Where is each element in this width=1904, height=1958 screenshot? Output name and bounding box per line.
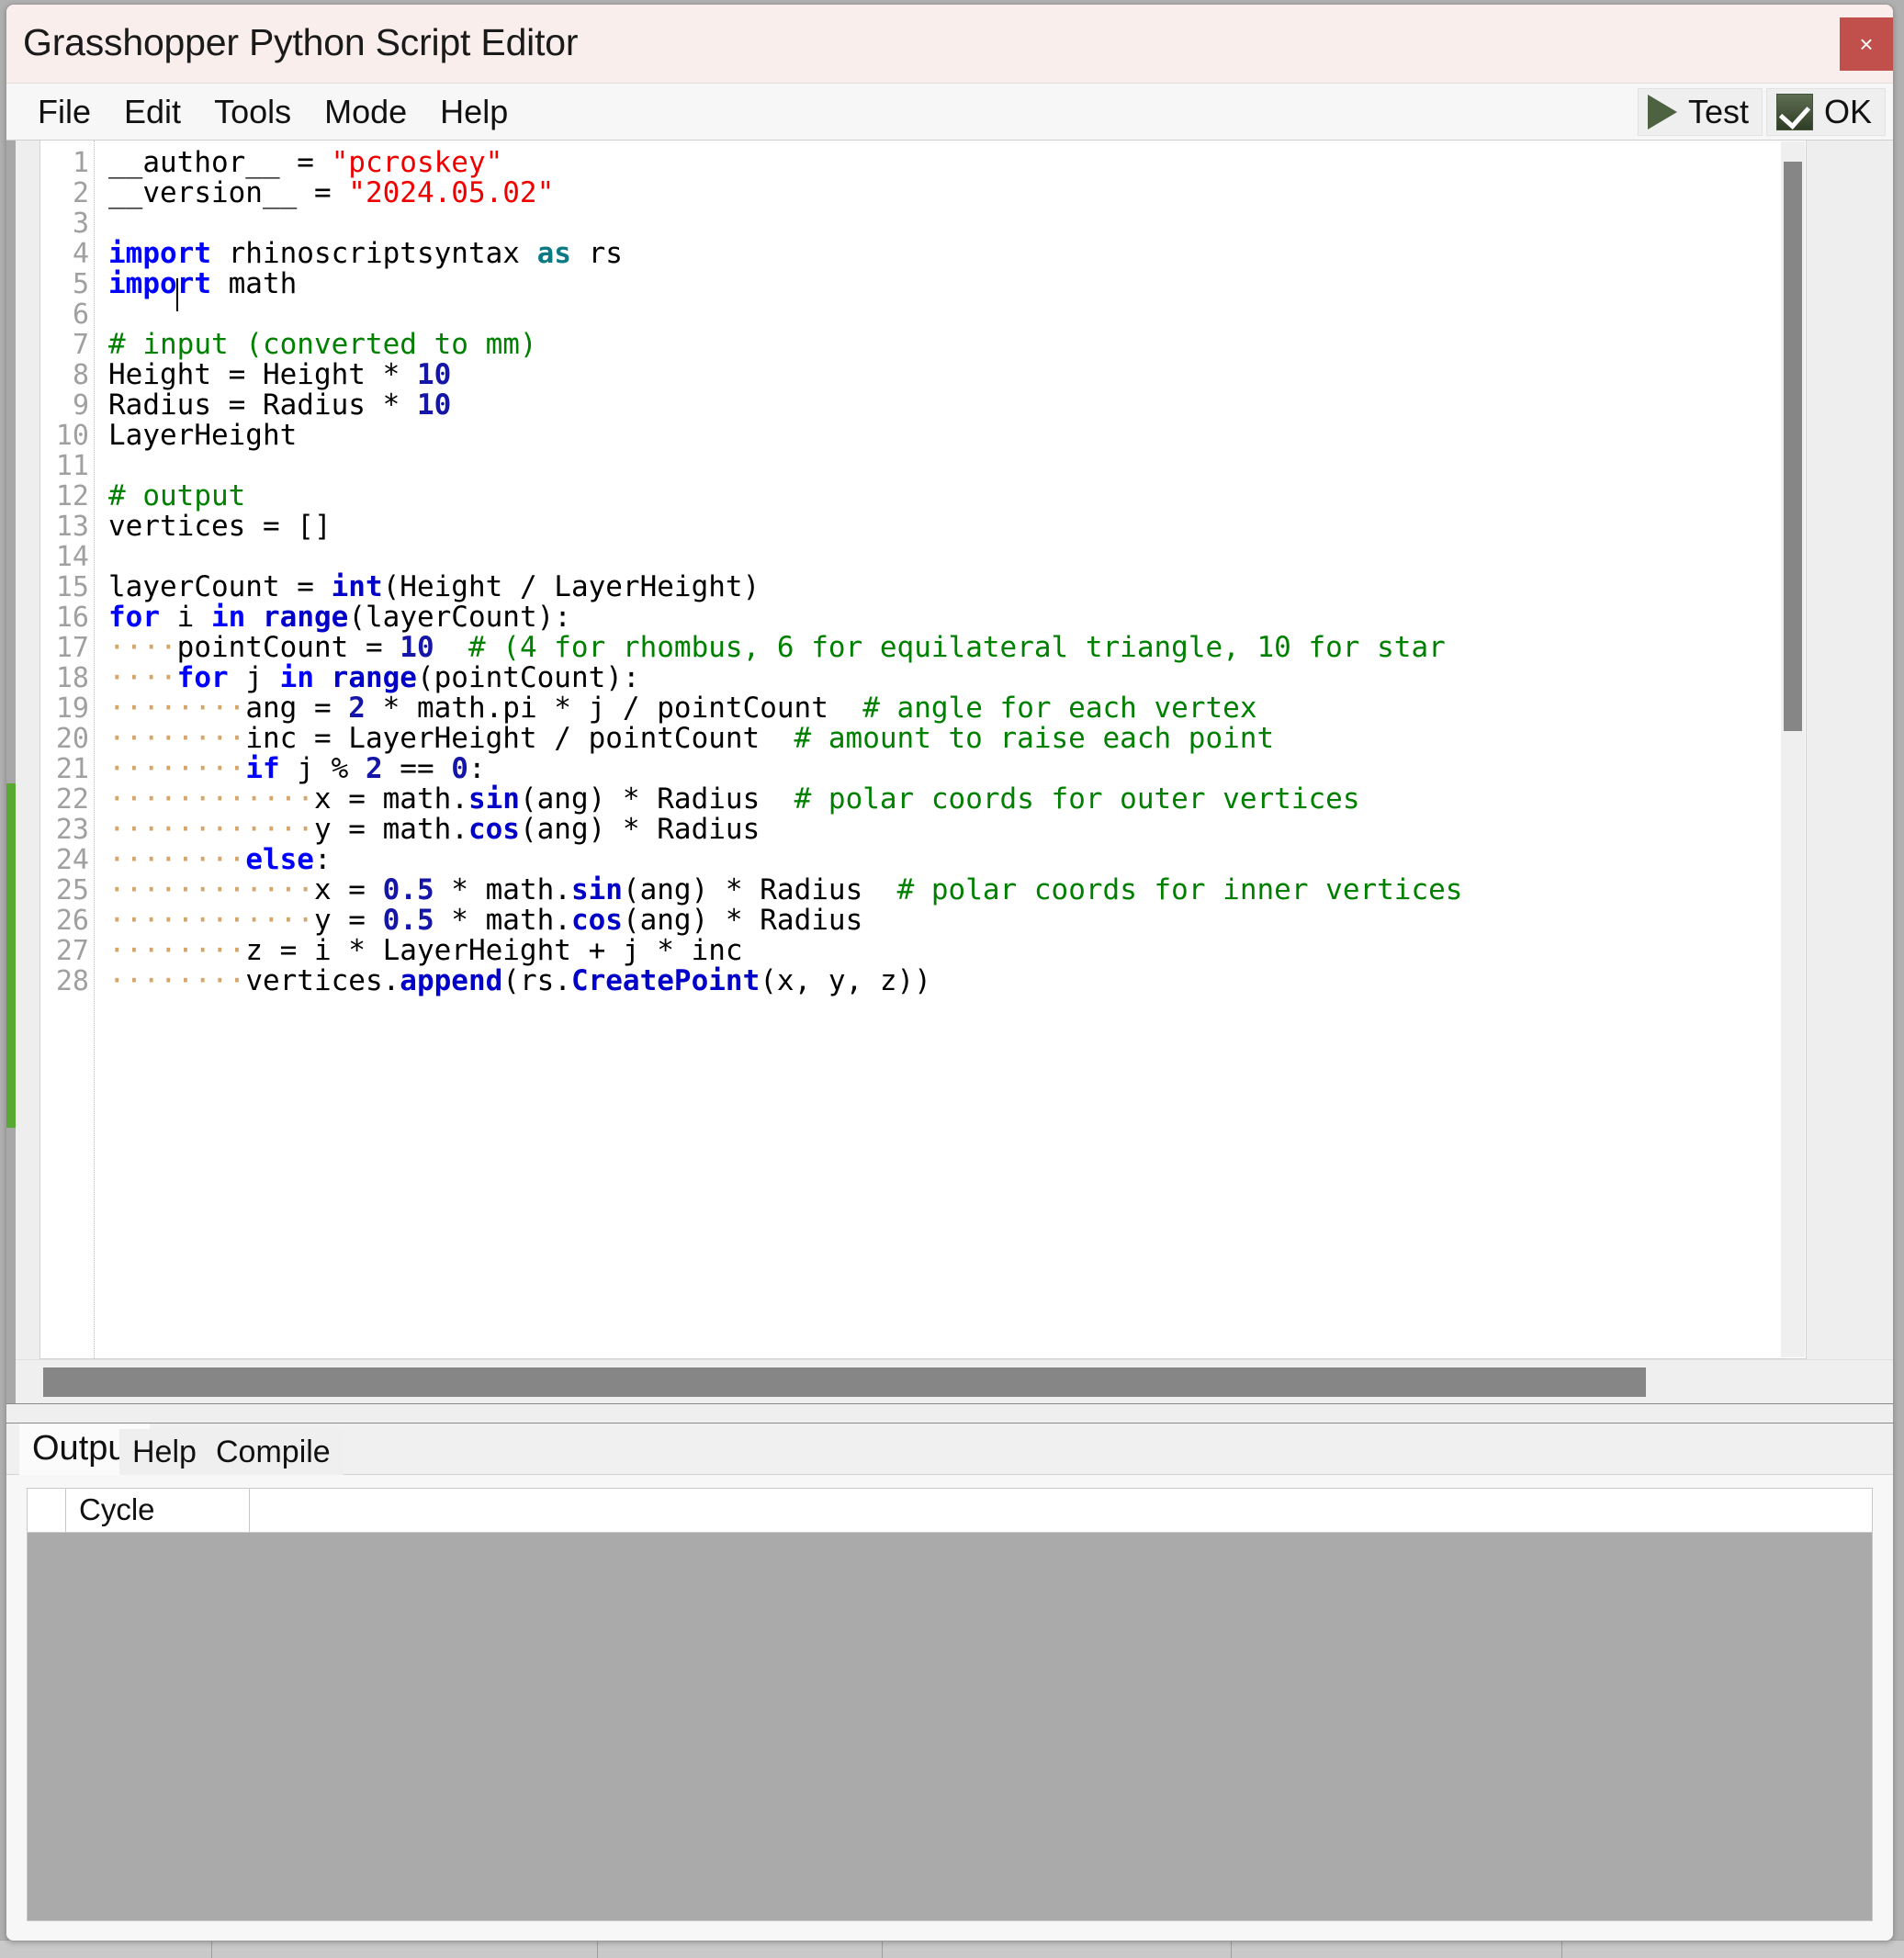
code-line: # input (converted to mm) xyxy=(108,328,537,361)
play-icon xyxy=(1647,95,1677,129)
editor-vertical-scrollbar[interactable] xyxy=(1781,141,1805,1357)
code-editor[interactable]: 1 2 3 4 5 6 7 8 9 10 11 12 13 14 15 16 17 18 19 20 21 22 23 24 2… xyxy=(16,141,1893,1359)
line-number: 12 xyxy=(55,480,89,512)
code-line: ········if j % 2 == 0: xyxy=(108,752,486,785)
line-number: 22 xyxy=(55,783,89,816)
code-line: # output xyxy=(108,479,246,512)
editor-horizontal-scrollbar[interactable] xyxy=(16,1359,1893,1403)
code-line: Radius = Radius * 10 xyxy=(108,388,452,422)
output-grid[interactable]: Cycle xyxy=(27,1488,1873,1921)
menu-item-help[interactable]: Help xyxy=(423,93,524,131)
code-line: vertices = [] xyxy=(108,510,332,543)
code-line: ········else: xyxy=(108,843,332,876)
menu-bar: File Edit Tools Mode Help Test OK xyxy=(6,84,1893,141)
ok-button[interactable]: OK xyxy=(1765,88,1886,136)
code-line: ········z = i * LayerHeight + j * inc xyxy=(108,934,743,967)
line-number: 18 xyxy=(55,662,89,694)
code-line: ············x = math.sin(ang) * Radius #… xyxy=(108,782,1360,816)
code-line: ············x = 0.5 * math.sin(ang) * Ra… xyxy=(108,873,1463,906)
line-number: 5 xyxy=(72,268,89,300)
code-line: layerCount = int(Height / LayerHeight) xyxy=(108,570,760,603)
ok-button-label: OK xyxy=(1823,93,1872,130)
line-number: 26 xyxy=(55,905,89,937)
bottom-panel: Output Help Compile Cycle xyxy=(6,1423,1893,1941)
toolbar-actions: Test OK xyxy=(1637,88,1886,136)
code-line: ········inc = LayerHeight / pointCount #… xyxy=(108,722,1275,755)
grid-corner-cell xyxy=(28,1489,66,1532)
line-number: 15 xyxy=(55,571,89,603)
line-number: 2 xyxy=(72,177,89,209)
screen: Grasshopper Python Script Editor × File … xyxy=(0,0,1904,1958)
tab-compile[interactable]: Compile xyxy=(203,1429,344,1475)
line-number: 28 xyxy=(55,965,89,997)
line-number-gutter: 1 2 3 4 5 6 7 8 9 10 11 12 13 14 15 16 17 18 19 20 21 22 23 24 2… xyxy=(40,141,94,1358)
line-number: 1 xyxy=(72,147,89,179)
line-number: 27 xyxy=(55,935,89,967)
line-number: 13 xyxy=(55,511,89,543)
code-line: ············y = math.cos(ang) * Radius xyxy=(108,813,760,846)
code-line: __version__ = "2024.05.02" xyxy=(108,176,555,209)
line-number: 24 xyxy=(55,844,89,876)
line-number: 9 xyxy=(72,389,89,422)
test-button-label: Test xyxy=(1687,93,1749,130)
line-number: 7 xyxy=(72,329,89,361)
line-number: 17 xyxy=(55,632,89,664)
code-text-area[interactable]: __author__ = "pcroskey" __version__ = "20… xyxy=(108,141,1806,1358)
menu-item-group: File Edit Tools Mode Help xyxy=(21,84,524,141)
gutter-separator xyxy=(94,141,96,1358)
code-line: import math xyxy=(108,267,298,300)
code-line: Height = Height * 10 xyxy=(108,358,452,391)
code-line: ········ang = 2 * math.pi * j / pointCou… xyxy=(108,692,1257,725)
line-number: 21 xyxy=(55,753,89,785)
script-editor-window: Grasshopper Python Script Editor × File … xyxy=(6,4,1894,1941)
code-line: ····for j in range(pointCount): xyxy=(108,661,640,694)
editor-horizontal-scrollbar-thumb[interactable] xyxy=(43,1367,1646,1397)
code-line: ····pointCount = 10 # (4 for rhombus, 6 … xyxy=(108,631,1446,664)
line-number: 25 xyxy=(55,874,89,906)
menu-item-edit[interactable]: Edit xyxy=(107,93,197,131)
line-number: 8 xyxy=(72,359,89,391)
close-button[interactable]: × xyxy=(1840,17,1893,71)
code-line: ········vertices.append(rs.CreatePoint(x… xyxy=(108,964,931,997)
code-line: LayerHeight xyxy=(108,419,298,452)
line-number: 11 xyxy=(55,450,89,482)
code-pane[interactable]: 1 2 3 4 5 6 7 8 9 10 11 12 13 14 15 16 17 18 19 20 21 22 23 24 2… xyxy=(39,141,1807,1359)
code-line: __author__ = "pcroskey" xyxy=(108,146,503,179)
line-number: 4 xyxy=(72,238,89,270)
test-button[interactable]: Test xyxy=(1637,88,1763,136)
tab-help[interactable]: Help xyxy=(119,1429,209,1475)
column-header-cycle[interactable]: Cycle xyxy=(66,1489,250,1532)
desktop-background-strip xyxy=(0,1940,1904,1958)
bottom-tabstrip: Output Help Compile xyxy=(6,1423,1893,1475)
code-line: ············y = 0.5 * math.cos(ang) * Ra… xyxy=(108,904,863,937)
panel-splitter[interactable] xyxy=(6,1403,1893,1423)
menu-item-file[interactable]: File xyxy=(21,93,107,131)
output-grid-header: Cycle xyxy=(28,1489,1872,1533)
line-number: 16 xyxy=(55,602,89,634)
title-bar: Grasshopper Python Script Editor × xyxy=(6,5,1893,84)
checkbox-checked-icon xyxy=(1775,94,1813,130)
line-number: 14 xyxy=(55,541,89,573)
menu-item-mode[interactable]: Mode xyxy=(308,93,423,131)
bottom-panel-filler xyxy=(6,1923,1893,1941)
line-number: 6 xyxy=(72,298,89,331)
menu-item-tools[interactable]: Tools xyxy=(197,93,308,131)
line-number: 19 xyxy=(55,692,89,725)
line-number: 20 xyxy=(55,723,89,755)
line-number: 3 xyxy=(72,208,89,240)
window-title: Grasshopper Python Script Editor xyxy=(23,21,579,63)
change-marker-gutter xyxy=(6,141,16,1403)
output-grid-body[interactable] xyxy=(28,1533,1872,1920)
editor-region: 1 2 3 4 5 6 7 8 9 10 11 12 13 14 15 16 17 18 19 20 21 22 23 24 2… xyxy=(6,141,1893,1403)
line-number: 10 xyxy=(55,420,89,452)
line-number: 23 xyxy=(55,814,89,846)
code-line: import rhinoscriptsyntax as rs xyxy=(108,237,623,270)
change-marker xyxy=(6,783,16,1128)
code-line: for i in range(layerCount): xyxy=(108,601,571,634)
editor-vertical-scrollbar-thumb[interactable] xyxy=(1784,162,1802,731)
